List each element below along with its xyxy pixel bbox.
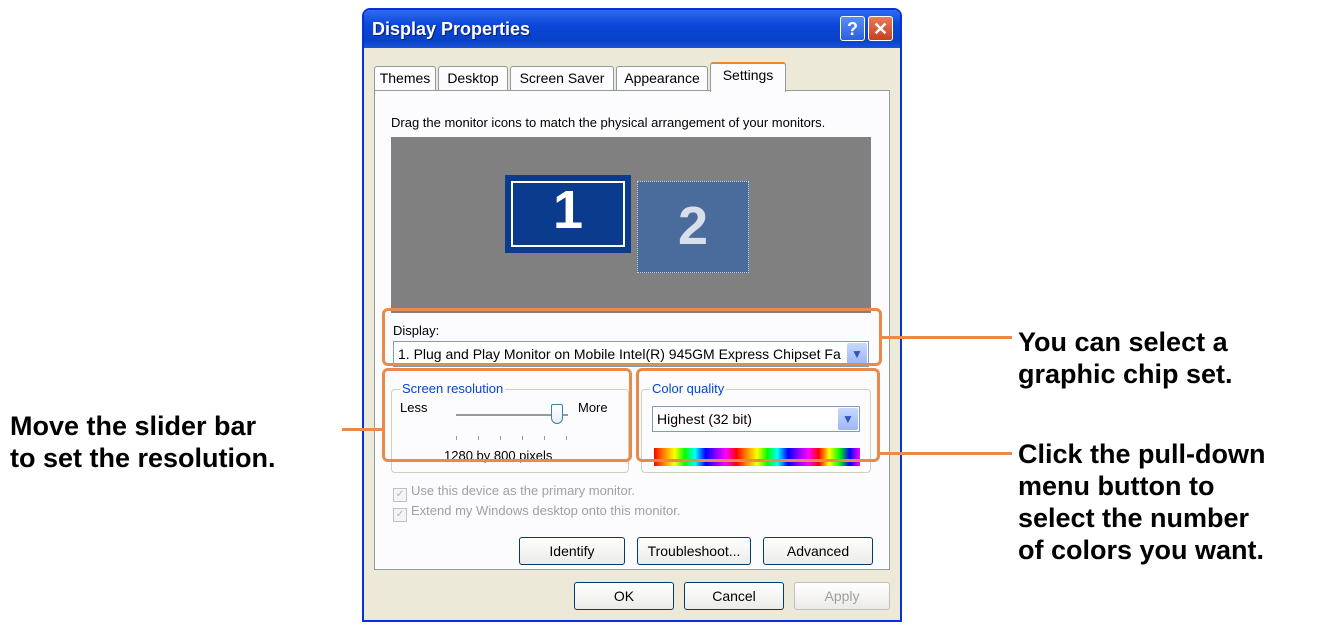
tab-settings[interactable]: Settings [710, 62, 786, 92]
help-button[interactable]: ? [840, 16, 865, 41]
title-bar[interactable]: Display Properties ? ✕ [364, 10, 900, 48]
troubleshoot-button[interactable]: Troubleshoot... [637, 537, 751, 565]
cancel-button[interactable]: Cancel [684, 582, 784, 610]
extend-desktop-checkbox[interactable]: ✓ [393, 508, 407, 522]
slider-annotation: Move the slider bar to set the resolutio… [10, 410, 276, 474]
tab-appearance[interactable]: Appearance [616, 66, 708, 90]
primary-monitor-checkbox[interactable]: ✓ [393, 488, 407, 502]
chipset-annotation: You can select a graphic chip set. [1018, 326, 1233, 390]
tab-screen-saver[interactable]: Screen Saver [510, 66, 614, 90]
chipset-annotation-line: You can select a [1018, 327, 1228, 357]
monitor-2-icon[interactable]: 2 [637, 181, 749, 273]
apply-button[interactable]: Apply [794, 582, 890, 610]
close-button[interactable]: ✕ [868, 16, 893, 41]
ok-button[interactable]: OK [574, 582, 674, 610]
instruction-text: Drag the monitor icons to match the phys… [391, 115, 826, 130]
tab-desktop[interactable]: Desktop [438, 66, 508, 90]
colors-annotation-line: of colors you want. [1018, 535, 1265, 565]
extend-desktop-label: Extend my Windows desktop onto this moni… [411, 503, 681, 518]
color-quality-highlight-box [636, 368, 880, 462]
slider-annotation-line: to set the resolution. [10, 443, 276, 473]
monitor-1-icon[interactable]: 1 [505, 175, 631, 253]
colors-annotation: Click the pull-down menu button to selec… [1018, 438, 1266, 566]
colors-connector-line [880, 452, 1012, 455]
slider-connector-line [342, 428, 382, 431]
window-title: Display Properties [372, 19, 531, 39]
tab-themes[interactable]: Themes [374, 66, 436, 90]
monitor-arrangement-area[interactable]: 1 2 [391, 137, 871, 313]
chipset-annotation-line: graphic chip set. [1018, 359, 1233, 389]
display-highlight-box [382, 308, 882, 366]
identify-button[interactable]: Identify [519, 537, 625, 565]
colors-annotation-line: Click the pull-down [1018, 439, 1266, 469]
primary-monitor-label: Use this device as the primary monitor. [411, 483, 635, 498]
resolution-highlight-box [382, 368, 632, 462]
advanced-button[interactable]: Advanced [763, 537, 873, 565]
chipset-connector-line [882, 336, 1012, 339]
primary-monitor-checkbox-row[interactable]: ✓ Use this device as the primary monitor. [393, 483, 635, 502]
extend-desktop-checkbox-row[interactable]: ✓ Extend my Windows desktop onto this mon… [393, 503, 681, 522]
slider-annotation-line: Move the slider bar [10, 411, 257, 441]
colors-annotation-line: menu button to [1018, 471, 1215, 501]
colors-annotation-line: select the number [1018, 503, 1250, 533]
